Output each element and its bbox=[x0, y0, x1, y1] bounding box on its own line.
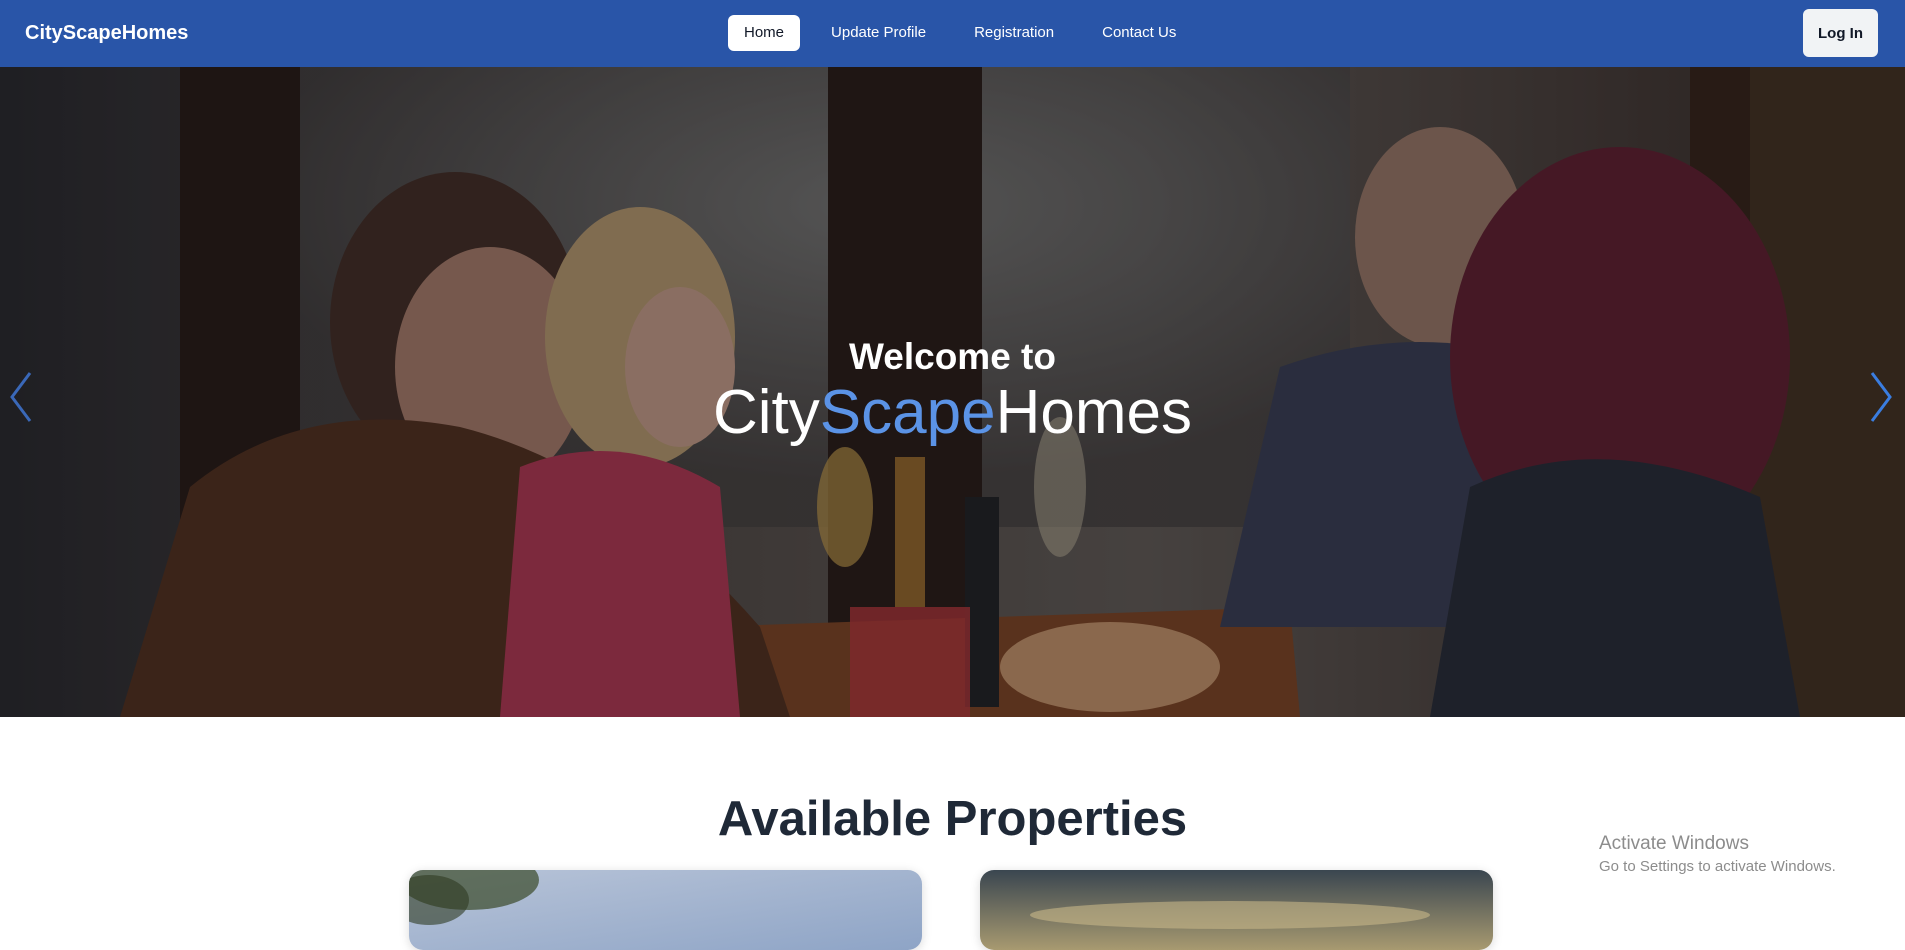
hero-title: CityScapeHomes bbox=[0, 377, 1905, 449]
chevron-right-icon bbox=[1870, 372, 1892, 422]
hero-title-part-homes: Homes bbox=[995, 378, 1192, 447]
nav-links: Home Update Profile Registration Contact… bbox=[728, 15, 1208, 51]
activate-windows-watermark: Activate Windows Go to Settings to activ… bbox=[1599, 833, 1836, 877]
hero-title-part-city: City bbox=[713, 378, 820, 447]
property-card[interactable] bbox=[980, 870, 1493, 950]
property-card[interactable] bbox=[409, 870, 922, 950]
top-navbar: CityScapeHomes Home Update Profile Regis… bbox=[0, 0, 1905, 67]
carousel-next-button[interactable] bbox=[1864, 367, 1896, 427]
login-button[interactable]: Log In bbox=[1803, 9, 1878, 57]
watermark-title: Activate Windows bbox=[1599, 833, 1749, 854]
watermark-subtitle: Go to Settings to activate Windows. bbox=[1599, 858, 1836, 875]
hero-welcome-text: Welcome to bbox=[849, 336, 1056, 377]
property-image bbox=[980, 870, 1493, 950]
property-image bbox=[409, 870, 922, 950]
carousel-prev-button[interactable] bbox=[6, 367, 38, 427]
hero-carousel: Welcome to CityScapeHomes bbox=[0, 67, 1905, 717]
nav-contact-us-link[interactable]: Contact Us bbox=[1086, 15, 1192, 51]
hero-title-part-scape: Scape bbox=[819, 378, 996, 447]
nav-update-profile-link[interactable]: Update Profile bbox=[815, 15, 942, 51]
nav-registration-link[interactable]: Registration bbox=[958, 15, 1070, 51]
nav-home-link[interactable]: Home bbox=[728, 15, 801, 51]
brand-logo[interactable]: CityScapeHomes bbox=[25, 20, 188, 46]
chevron-left-icon bbox=[10, 372, 32, 422]
hero-caption: Welcome to CityScapeHomes bbox=[0, 335, 1905, 449]
